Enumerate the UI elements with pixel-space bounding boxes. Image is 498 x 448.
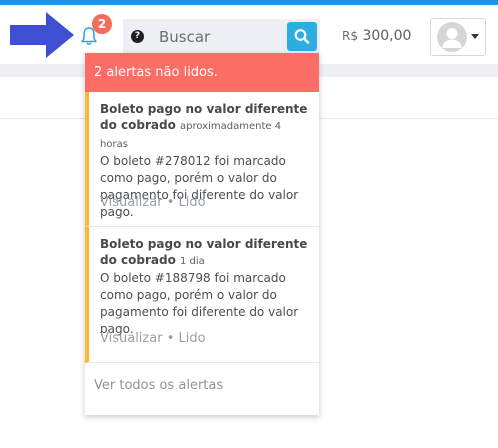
chevron-down-icon (471, 34, 479, 39)
alert-body: O boleto #188798 foi marcado como pago, … (100, 271, 299, 336)
mark-read-link[interactable]: Lido (179, 195, 206, 210)
dropdown-header: 2 alertas não lidos. (85, 53, 319, 92)
user-menu-button[interactable] (430, 18, 486, 56)
action-separator: • (166, 195, 175, 210)
search-button[interactable] (287, 22, 317, 51)
mark-read-link[interactable]: Lido (179, 331, 206, 346)
alert-item: Boleto pago no valor diferente do cobrad… (85, 92, 319, 227)
arrow-right-icon (10, 12, 74, 58)
view-link[interactable]: Visualizar (100, 195, 163, 210)
view-link[interactable]: Visualizar (100, 331, 163, 346)
action-separator: • (166, 331, 175, 346)
top-accent-bar (0, 0, 498, 5)
alert-time: 1 dia (180, 256, 205, 267)
alert-actions: Visualizar • Lido (100, 331, 206, 346)
alert-actions: Visualizar • Lido (100, 195, 206, 210)
balance-amount: 300,00 (362, 28, 412, 44)
alert-item: Boleto pago no valor diferente do cobrad… (85, 227, 319, 363)
alert-title: Boleto pago no valor diferente do cobrad… (100, 101, 311, 153)
account-balance: R$ 300,00 (342, 28, 411, 44)
default-avatar-icon (437, 22, 467, 52)
see-all-alerts-link[interactable]: Ver todos os alertas (85, 363, 319, 393)
currency-symbol: R$ (342, 29, 358, 43)
search-icon (294, 29, 310, 44)
help-icon[interactable]: ? (131, 30, 144, 43)
search-input[interactable] (151, 19, 284, 54)
notifications-dropdown: 2 alertas não lidos. Boleto pago no valo… (85, 53, 319, 415)
alert-body: O boleto #278012 foi marcado como pago, … (100, 154, 299, 219)
alert-title: Boleto pago no valor diferente do cobrad… (100, 236, 311, 270)
notification-badge[interactable]: 2 (92, 14, 112, 34)
